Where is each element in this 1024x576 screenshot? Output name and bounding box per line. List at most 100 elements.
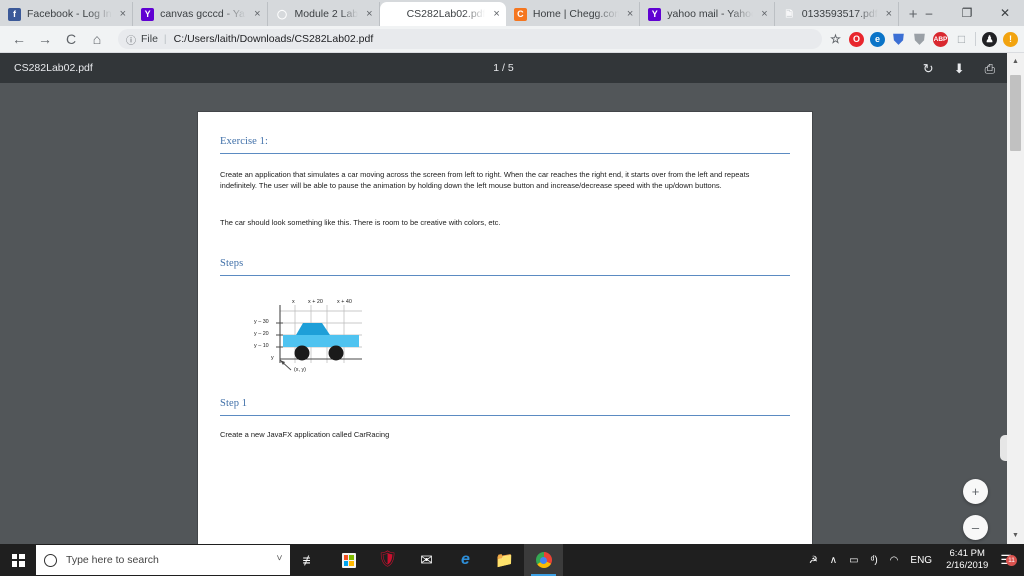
chrome-icon bbox=[535, 552, 552, 568]
tab-title: Module 2 Lab bbox=[294, 8, 359, 20]
figure-y-label-0: y – 30 bbox=[254, 319, 269, 325]
mcafee-button[interactable]: 🛡 bbox=[368, 544, 407, 576]
window-close-button[interactable]: ✕ bbox=[986, 0, 1024, 26]
windows-logo-icon bbox=[11, 553, 25, 567]
edge-button[interactable]: e bbox=[446, 544, 485, 576]
microsoft-store-button[interactable] bbox=[329, 544, 368, 576]
window-maximize-button[interactable]: ❐ bbox=[948, 0, 986, 26]
tab-title: 0133593517.pdf bbox=[801, 8, 878, 20]
notification-count-badge: 11 bbox=[1006, 555, 1017, 566]
edge-extension-icon[interactable]: e bbox=[870, 31, 885, 47]
tab-title: Home | Chegg.com bbox=[532, 8, 619, 20]
update-warning-icon[interactable]: ! bbox=[1003, 31, 1018, 47]
mail-icon: ✉ bbox=[420, 551, 433, 569]
download-icon[interactable]: ⬇ bbox=[954, 62, 965, 75]
tab-title: Facebook - Log In bbox=[27, 8, 112, 20]
file-explorer-icon: 📁 bbox=[495, 551, 514, 569]
scroll-down-icon[interactable]: ▼ bbox=[1007, 527, 1024, 544]
tab-close-icon[interactable]: × bbox=[627, 8, 633, 20]
figure-y-label-2: y – 10 bbox=[254, 343, 269, 349]
pdf-side-handle[interactable] bbox=[1000, 435, 1007, 461]
chegg-icon: C bbox=[513, 7, 527, 21]
zoom-out-button[interactable]: – bbox=[963, 515, 988, 540]
pdf-page-indicator: 1 / 5 bbox=[493, 62, 514, 74]
paragraph-car-appearance: The car should look something like this.… bbox=[220, 218, 501, 227]
browser-tab-canvas-gcccd[interactable]: Y canvas gcccd - Yah × bbox=[133, 2, 268, 26]
window-minimize-button[interactable]: – bbox=[910, 0, 948, 26]
document-icon: 🗎 bbox=[785, 8, 793, 19]
square-extension-icon[interactable]: □ bbox=[954, 32, 969, 47]
tab-close-icon[interactable]: × bbox=[366, 8, 372, 20]
microsoft-store-icon bbox=[341, 552, 356, 568]
wifi-icon[interactable]: ◠ bbox=[884, 555, 905, 566]
pdf-viewport[interactable]: Exercise 1: Create an application that s… bbox=[0, 83, 1007, 544]
tab-title: CS282Lab02.pdf bbox=[406, 8, 486, 20]
tab-close-icon[interactable]: × bbox=[886, 8, 892, 20]
browser-tab-strip: f Facebook - Log In × Y canvas gcccd - Y… bbox=[0, 0, 1024, 26]
pdf-page: Exercise 1: Create an application that s… bbox=[198, 112, 812, 544]
browser-tab-module-2-lab[interactable]: ◯ Module 2 Lab × bbox=[267, 2, 380, 26]
browser-tab-cs282lab02-pdf[interactable]: 🗎 CS282Lab02.pdf × bbox=[379, 2, 506, 26]
tab-title: canvas gcccd - Yah bbox=[160, 8, 247, 20]
shield-grey-icon[interactable]: ⛊ bbox=[912, 31, 927, 47]
file-explorer-button[interactable]: 📁 bbox=[485, 544, 524, 576]
heading-exercise-1: Exercise 1: bbox=[220, 136, 269, 147]
back-button[interactable]: ← bbox=[6, 26, 32, 52]
facebook-icon: f bbox=[8, 7, 21, 21]
adblock-plus-icon[interactable]: ABP bbox=[933, 31, 948, 47]
tab-close-icon[interactable]: × bbox=[761, 8, 767, 20]
battery-icon[interactable]: ▭ bbox=[843, 555, 864, 566]
figure-origin-label: (x, y) bbox=[294, 367, 306, 373]
people-icon[interactable]: ☭ bbox=[803, 555, 824, 566]
chrome-button[interactable] bbox=[524, 544, 563, 576]
yahoo-icon: Y bbox=[648, 7, 662, 21]
omnibox-scheme-label: File bbox=[141, 33, 158, 45]
microphone-icon[interactable]: ⱽ bbox=[277, 553, 282, 567]
reload-icon[interactable]: C bbox=[58, 26, 84, 52]
pdf-scrollbar[interactable]: ▲ ▼ bbox=[1007, 53, 1024, 544]
volume-icon[interactable]: ᵈ) bbox=[865, 555, 884, 566]
zoom-in-button[interactable]: + bbox=[963, 479, 988, 504]
car-diagram-svg bbox=[276, 305, 362, 371]
start-button[interactable] bbox=[0, 544, 36, 576]
rotate-icon[interactable]: ↻ bbox=[923, 62, 934, 75]
profile-avatar-icon[interactable]: ♟ bbox=[982, 31, 997, 47]
task-view-button[interactable]: ≢ bbox=[290, 544, 329, 576]
scrollbar-thumb[interactable] bbox=[1010, 75, 1021, 151]
paragraph-exercise-description: Create an application that simulates a c… bbox=[220, 170, 750, 191]
opera-extension-icon[interactable]: O bbox=[849, 31, 864, 47]
browser-tab-facebook[interactable]: f Facebook - Log In × bbox=[0, 2, 134, 26]
clock-date: 2/16/2019 bbox=[946, 560, 989, 571]
browser-tab-yahoo-mail[interactable]: Y yahoo mail - Yahoo × bbox=[640, 2, 775, 26]
tab-close-icon[interactable]: × bbox=[493, 8, 499, 20]
figure-x-label-2: x + 40 bbox=[337, 299, 352, 305]
browser-tab-0133593517-pdf[interactable]: 🗎 0133593517.pdf × bbox=[774, 2, 900, 26]
notification-center-button[interactable]: ☰ 11 bbox=[996, 552, 1020, 568]
language-indicator[interactable]: ENG bbox=[904, 555, 938, 566]
home-icon[interactable]: ⌂ bbox=[84, 26, 110, 52]
pdf-tool-buttons: ↻ ⬇ ⎙ bbox=[923, 62, 995, 75]
page-info-icon[interactable]: ⓘ bbox=[126, 32, 136, 47]
shield-blue-icon[interactable]: ⛊ bbox=[891, 31, 906, 47]
bookmark-star-icon[interactable]: ☆ bbox=[828, 32, 843, 47]
clock[interactable]: 6:41 PM 2/16/2019 bbox=[938, 548, 996, 572]
task-view-icon: ≢ bbox=[302, 552, 317, 568]
tab-close-icon[interactable]: × bbox=[120, 8, 126, 20]
mail-button[interactable]: ✉ bbox=[407, 544, 446, 576]
scroll-up-icon[interactable]: ▲ bbox=[1007, 53, 1024, 70]
forward-button[interactable]: → bbox=[32, 26, 58, 52]
heading-rule bbox=[220, 153, 790, 154]
taskbar-search-box[interactable]: Type here to search ⱽ bbox=[36, 545, 290, 575]
screen: f Facebook - Log In × Y canvas gcccd - Y… bbox=[0, 0, 1024, 576]
omnibox[interactable]: ⓘ File | C:/Users/laith/Downloads/CS282L… bbox=[118, 29, 822, 49]
pdf-viewer: CS282Lab02.pdf 1 / 5 ↻ ⬇ ⎙ Exercise 1: C… bbox=[0, 53, 1024, 544]
heading-rule bbox=[220, 415, 790, 416]
chevron-up-icon[interactable]: ∧ bbox=[824, 555, 843, 566]
mcafee-icon: 🛡 bbox=[377, 551, 398, 568]
tab-close-icon[interactable]: × bbox=[254, 8, 260, 20]
canvas-icon: ◯ bbox=[276, 8, 288, 19]
system-tray: ☭ ∧ ▭ ᵈ) ◠ ENG 6:41 PM 2/16/2019 ☰ 11 bbox=[803, 548, 1024, 572]
print-icon[interactable]: ⎙ bbox=[985, 62, 995, 75]
heading-steps: Steps bbox=[220, 258, 244, 269]
browser-tab-chegg[interactable]: C Home | Chegg.com × bbox=[505, 2, 641, 26]
